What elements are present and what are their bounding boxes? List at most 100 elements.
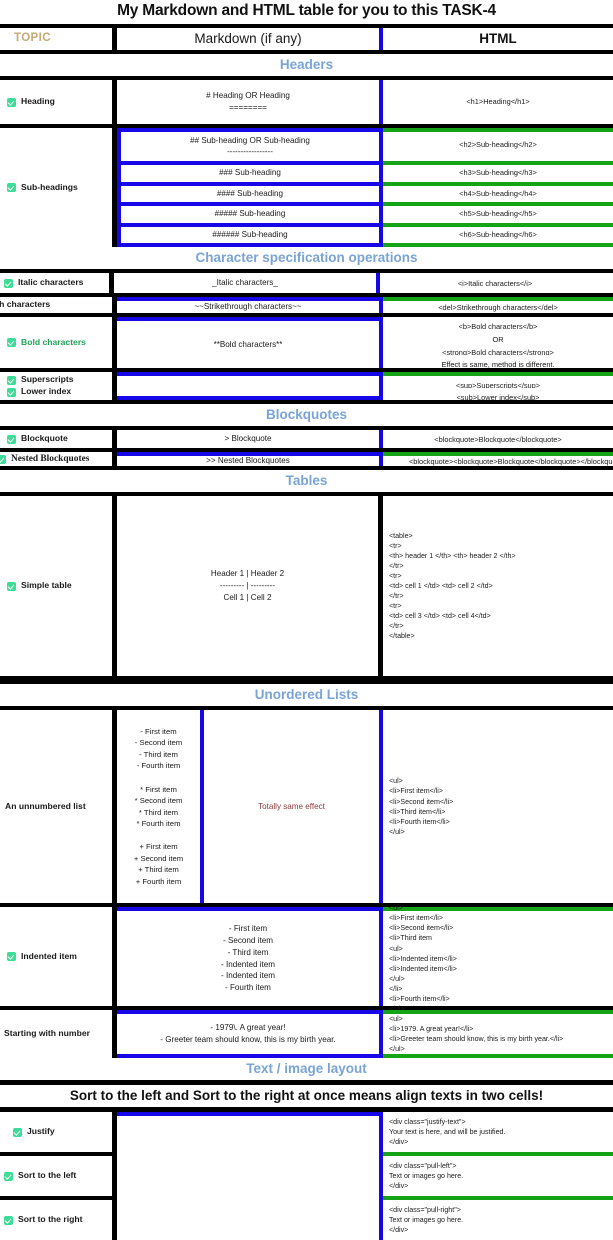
row-html-strikethrough: <del>Strikethrough characters</del> xyxy=(383,297,613,313)
markdown-code: **Bold characters** xyxy=(213,339,283,349)
markdown-note-cell: Totally same effect xyxy=(204,797,379,817)
row-topic-subheadings: Sub-headings xyxy=(0,128,117,248)
row-html-superscripts: <sup>Superscripts</sup> <sub>Lower index… xyxy=(383,372,613,400)
row-markdown-superscripts xyxy=(117,372,383,401)
checkbox-icon xyxy=(7,183,16,193)
topic-label: Simple table xyxy=(21,580,72,591)
row-html-justify: <div class="justify-text"> Your text is … xyxy=(383,1112,613,1157)
markdown-code: ~~Strikethrough characters~~ xyxy=(194,302,302,312)
row-html-simple-table: <table> <tr> <th> header 1 </th> <th> he… xyxy=(383,496,613,676)
html-code: <sup>Superscripts</sup> xyxy=(455,381,541,389)
html-code: <h2>Sub-heading</h2> xyxy=(383,128,613,166)
row-html-blockquote: <blockquote>Blockquote</blockquote> xyxy=(383,430,613,448)
table-row: Starting with number - 1979\. A great ye… xyxy=(0,1010,613,1059)
table-row: Italic characters _Italic characters_ <i… xyxy=(0,273,613,294)
row-markdown-blockquote: > Blockquote xyxy=(117,430,383,449)
html-code: <h6>Sub-heading</h6> xyxy=(383,227,613,248)
topic-label: Justify xyxy=(27,1126,55,1137)
html-code: <h1>Heading</h1> xyxy=(466,97,530,107)
table-row: Superscripts Lower index <sup>Superscrip… xyxy=(0,368,613,401)
html-code: <ul> <li>First item</li> <li>Second item… xyxy=(389,904,457,1013)
markdown-code: ##### Sub-heading xyxy=(117,206,383,227)
html-code: <blockquote><blockquote>Blockquote</bloc… xyxy=(408,456,613,466)
note-text: Totally same effect xyxy=(258,801,325,811)
row-topic-superscripts: Superscripts Lower index xyxy=(0,372,117,401)
section-blockquotes: Blockquotes xyxy=(0,400,613,431)
html-code: <blockquote>Blockquote</blockquote> xyxy=(434,434,562,444)
row-html-heading: <h1>Heading</h1> xyxy=(383,80,613,124)
html-code: <table> <tr> <th> header 1 </th> <th> he… xyxy=(389,531,516,641)
list-item: #### Sub-heading <h4>Sub-heading</h4> xyxy=(117,185,613,207)
row-html-starting-with-number: <ul> <li>1979. A great year!</li> <li>Gr… xyxy=(383,1010,613,1059)
list-item: ##### Sub-heading <h5>Sub-heading</h5> xyxy=(117,206,613,227)
row-markdown-nested-blockquotes: >> Nested Blockquotes xyxy=(117,452,383,467)
checkbox-icon xyxy=(7,97,16,107)
markdown-code: - 1979\. A great year! - Greeter team sh… xyxy=(160,1023,336,1045)
markdown-code: # Heading OR Heading ======== xyxy=(206,91,290,112)
column-header-markdown: Markdown (if any) xyxy=(117,28,383,50)
row-html-nested-blockquotes: <blockquote><blockquote>Blockquote</bloc… xyxy=(383,452,613,466)
row-markdown-sort-right xyxy=(117,1200,383,1240)
list-item: ## Sub-heading OR Sub-heading ----------… xyxy=(117,128,613,166)
page-title: My Markdown and HTML table for you to th… xyxy=(117,2,496,19)
row-markdown-simple-table: Header 1 | Header 2 --------- | --------… xyxy=(117,496,383,677)
row-topic-justify: Justify xyxy=(0,1112,117,1157)
html-code-line: OR xyxy=(492,334,504,343)
html-code-line: <b>Bold characters</b> xyxy=(458,322,538,330)
subheadings-lines: ## Sub-heading OR Sub-heading ----------… xyxy=(117,128,613,248)
topic-label: Indented item xyxy=(21,950,77,961)
markdown-code: _Italic characters_ xyxy=(212,278,278,288)
row-markdown-starting-with-number: - 1979\. A great year! - Greeter team sh… xyxy=(117,1010,383,1059)
column-header-html: HTML xyxy=(479,31,517,46)
markdown-code: ###### Sub-heading xyxy=(117,226,383,248)
checkbox-icon xyxy=(7,338,16,348)
html-code: <sub>Lower index</sub> xyxy=(456,393,540,401)
section-text-image-layout: Text / image layout xyxy=(0,1058,613,1081)
row-topic-heading: Heading xyxy=(0,80,117,124)
topic-label: Heading xyxy=(21,96,55,107)
topic-label: Starting with number xyxy=(4,1028,90,1039)
table-row: An unnumbered list - First item - Second… xyxy=(0,710,613,908)
section-unordered-lists: Unordered Lists xyxy=(0,680,613,711)
markdown-code: Header 1 | Header 2 --------- | --------… xyxy=(210,569,285,602)
section-headers: Headers xyxy=(0,54,613,80)
html-code: <div class="pull-right"> Text or images … xyxy=(389,1206,464,1235)
row-markdown-justify xyxy=(117,1112,383,1157)
markdown-code: - First item - Second item - Third item … xyxy=(221,924,275,993)
row-topic-nested-blockquotes: Nested Blockquotes xyxy=(0,452,117,467)
topic-label: Strikethrough characters xyxy=(0,299,51,310)
html-code-line: Effect is same, method is different. xyxy=(441,360,555,369)
note-band: Sort to the left and Sort to the right a… xyxy=(0,1080,613,1113)
row-markdown-bold: **Bold characters** xyxy=(117,317,383,369)
html-code: <h4>Sub-heading</h4> xyxy=(383,186,613,207)
topic-label: Sort to the left xyxy=(18,1170,77,1181)
table-row: Strikethrough characters ~~Strikethrough… xyxy=(0,293,613,314)
html-code: <h5>Sub-heading</h5> xyxy=(383,206,613,227)
topic-label: An unnumbered list xyxy=(5,800,86,811)
row-topic-sort-right: Sort to the right xyxy=(0,1200,117,1240)
row-html-bold: <b>Bold characters</b> OR <strong>Bold c… xyxy=(383,317,613,368)
row-markdown-heading: # Heading OR Heading ======== xyxy=(117,80,383,124)
checkbox-icon xyxy=(7,375,16,385)
markdown-html-cheatsheet: My Markdown and HTML table for you to th… xyxy=(0,0,613,1240)
table-row: Bold characters **Bold characters** <b>B… xyxy=(0,313,613,369)
row-markdown-italic: _Italic characters_ xyxy=(114,273,380,294)
table-row: Indented item - First item - Second item… xyxy=(0,904,613,1013)
table-row: Justify <div class="justify-text"> Your … xyxy=(0,1112,613,1157)
row-topic-unnumbered-list: An unnumbered list xyxy=(0,710,117,904)
markdown-code: > Blockquote xyxy=(224,434,272,444)
row-topic-simple-table: Simple table xyxy=(0,496,117,677)
row-topic-starting-with-number: Starting with number xyxy=(0,1010,117,1059)
table-row: Heading # Heading OR Heading ======== <h… xyxy=(0,80,613,124)
topic-label: Italic characters xyxy=(18,277,84,288)
html-code: <i>Italic characters</i> xyxy=(457,278,533,288)
row-html-italic: <i>Italic characters</i> xyxy=(380,273,610,293)
html-code: <div class="justify-text"> Your text is … xyxy=(389,1118,506,1147)
table-row: Simple table Header 1 | Header 2 -------… xyxy=(0,496,613,681)
checkbox-icon xyxy=(13,1127,22,1137)
row-markdown-strikethrough: ~~Strikethrough characters~~ xyxy=(117,297,383,314)
row-topic-blockquote: Blockquote xyxy=(0,430,117,449)
row-markdown-indented-item: - First item - Second item - Third item … xyxy=(117,907,383,1007)
row-topic-bold: Bold characters xyxy=(0,317,117,369)
topic-label: Sub-headings xyxy=(21,181,78,192)
